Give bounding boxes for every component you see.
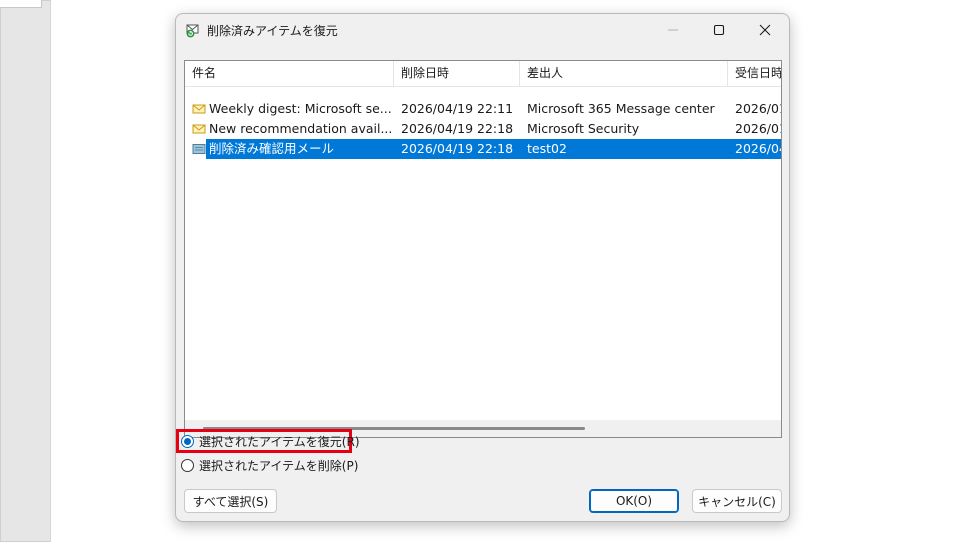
select-all-button[interactable]: すべて選択(S) [184, 489, 277, 513]
item-from: Microsoft 365 Message center [527, 101, 715, 116]
column-header-deleted[interactable]: 削除日時 [394, 61, 520, 87]
envelope-icon [192, 122, 206, 136]
minimize-icon [668, 29, 678, 31]
restore-mail-icon [185, 22, 201, 38]
dialog-title: 削除済みアイテムを復元 [207, 24, 338, 38]
ok-button[interactable]: OK(O) [589, 489, 679, 513]
item-deleted-date: 2026/04/19 22:11 [401, 101, 514, 116]
column-header-subject[interactable]: 件名 [185, 61, 394, 87]
item-from: Microsoft Security [527, 121, 640, 136]
restore-option-label: 選択されたアイテムを復元(R) [199, 434, 360, 449]
item-subject: 削除済み確認用メール [209, 141, 335, 156]
list-header: 件名 削除日時 差出人 受信日時 [185, 61, 781, 87]
item-from: test02 [527, 141, 567, 156]
close-icon [759, 24, 771, 36]
title-bar[interactable]: 削除済みアイテムを復元 [176, 14, 789, 46]
item-subject: New recommendation avail... [209, 121, 391, 136]
list-item[interactable]: New recommendation avail... 2026/04/19 2… [185, 119, 781, 139]
delete-option[interactable]: 選択されたアイテムを削除(P) [181, 455, 358, 475]
close-button[interactable] [742, 14, 788, 46]
maximize-button[interactable] [696, 14, 742, 46]
item-deleted-date: 2026/04/19 22:18 [401, 121, 514, 136]
radio-restore[interactable] [181, 434, 194, 448]
restore-deleted-items-dialog: 削除済みアイテムを復元 件名 削除日時 差出人 受信日時 Weekly dige… [175, 13, 790, 522]
list-item[interactable]: Weekly digest: Microsoft se... 2026/04/1… [185, 99, 781, 119]
cancel-button[interactable]: キャンセル(C) [692, 489, 782, 513]
restore-option[interactable]: 選択されたアイテムを復元(R) [181, 431, 360, 451]
column-header-from[interactable]: 差出人 [520, 61, 728, 87]
maximize-icon [713, 24, 725, 36]
deleted-items-list[interactable]: 件名 削除日時 差出人 受信日時 Weekly digest: Microsof… [184, 60, 782, 438]
column-header-received[interactable]: 受信日時 [728, 61, 781, 87]
minimize-button[interactable] [650, 14, 696, 46]
envelope-icon [192, 102, 206, 116]
delete-option-label: 選択されたアイテムを削除(P) [199, 458, 359, 473]
background-tab [0, 0, 42, 8]
item-received-date: 2026/01 [735, 101, 782, 116]
item-subject: Weekly digest: Microsoft se... [209, 101, 391, 116]
item-received-date: 2026/01 [735, 121, 782, 136]
radio-delete[interactable] [181, 458, 194, 472]
item-deleted-date: 2026/04/19 22:18 [401, 141, 514, 156]
draft-mail-icon [192, 142, 206, 156]
item-received-date: 2026/04 [735, 141, 782, 156]
list-item-selected[interactable]: 削除済み確認用メール 2026/04/19 22:18 test02 2026/… [185, 139, 781, 159]
